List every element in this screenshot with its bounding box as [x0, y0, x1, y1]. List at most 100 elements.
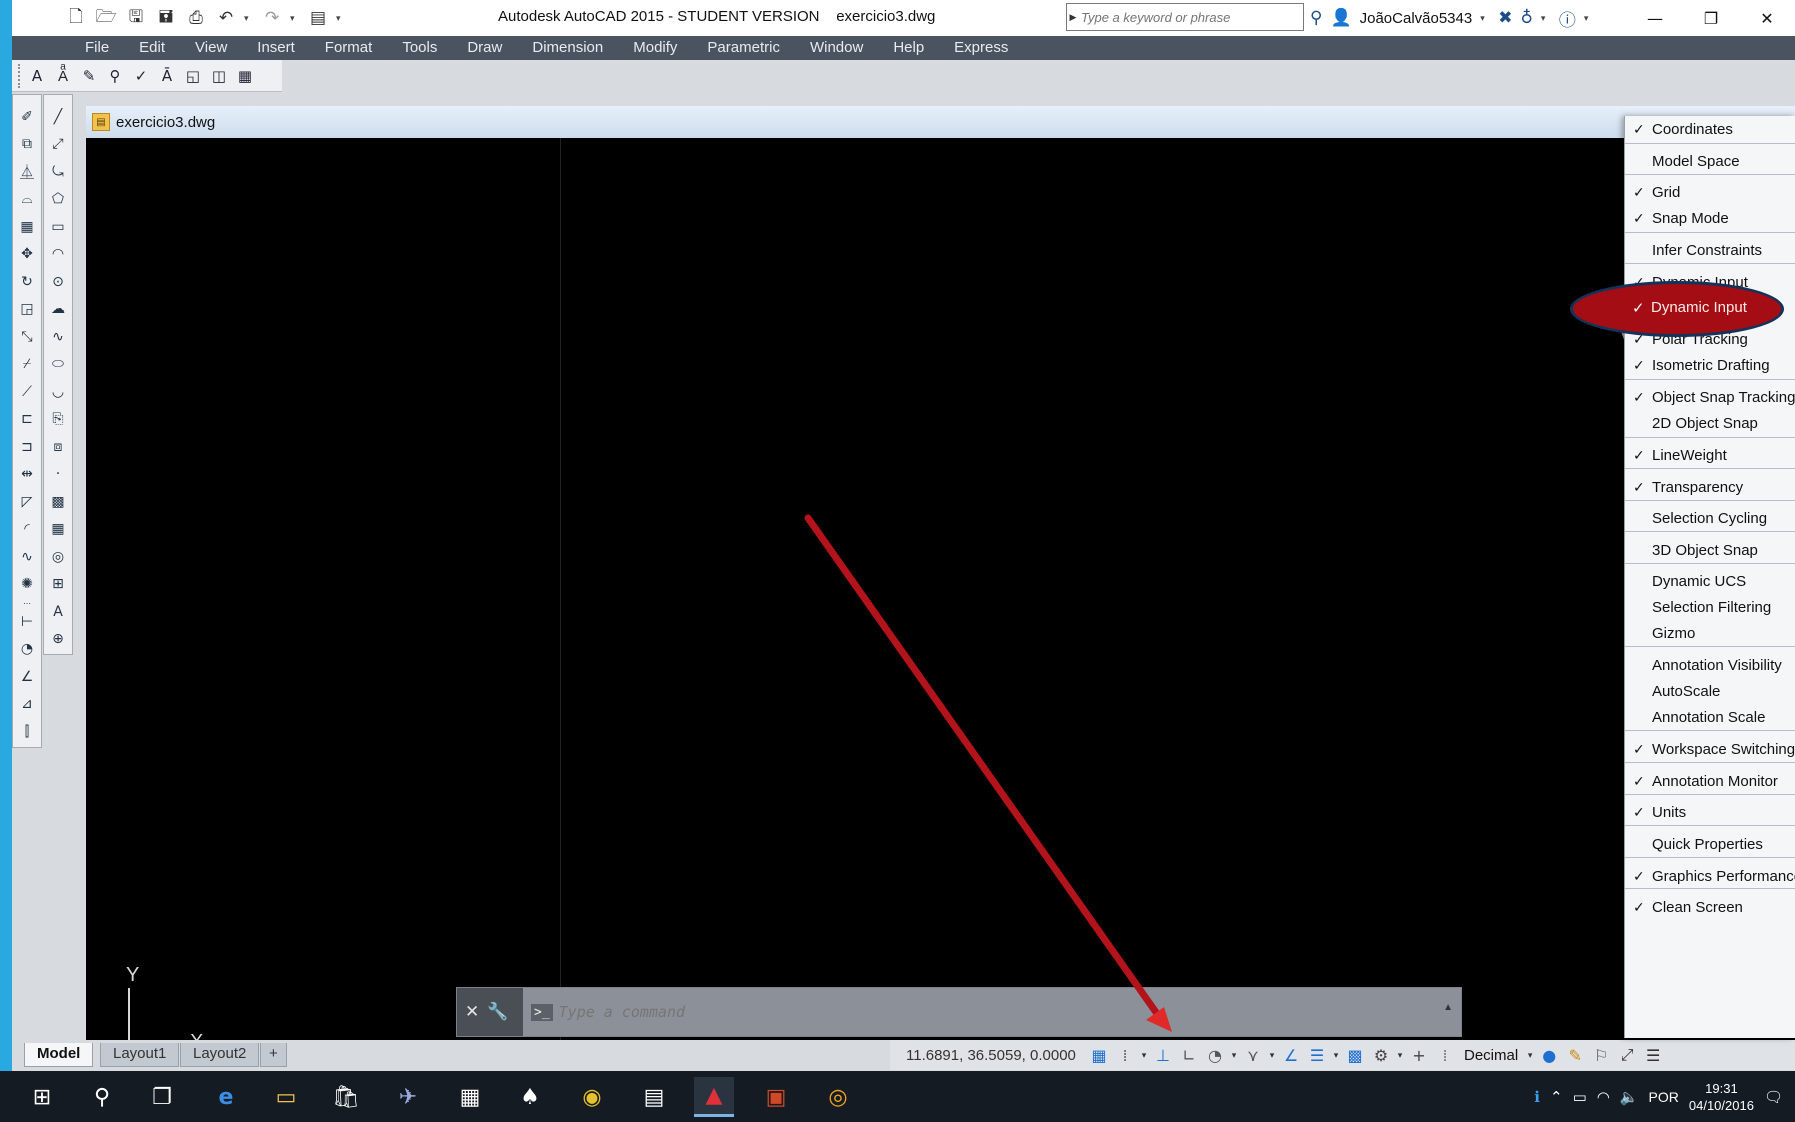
convert-distance-icon[interactable]: ▦ [234, 65, 256, 87]
text-style-icon[interactable]: Ā [156, 65, 178, 87]
menu-draw[interactable]: Draw [452, 36, 517, 60]
action-center-icon[interactable]: 🗨 [1764, 1088, 1783, 1106]
menu-view[interactable]: View [180, 36, 242, 60]
notification-badge-icon[interactable]: ℹ [1534, 1088, 1540, 1106]
search-expand-icon[interactable]: ▶ [1067, 12, 1079, 23]
units-dropdown-icon[interactable]: ▾ [1524, 1050, 1536, 1061]
restore-button[interactable]: ❐ [1683, 0, 1739, 36]
close-icon[interactable]: ✕ [465, 1002, 479, 1022]
customize-icon[interactable]: ▾ [336, 13, 346, 24]
fillet-icon[interactable]: ◜ [14, 516, 40, 544]
break-icon[interactable]: ⊐ [14, 433, 40, 461]
ortho-icon[interactable]: ∟ [1176, 1046, 1202, 1065]
array-icon[interactable]: ▦ [14, 213, 40, 241]
spelling-icon[interactable]: ✓ [130, 65, 152, 87]
store-icon[interactable]: 🛍 [326, 1077, 366, 1117]
calculator-icon[interactable]: ▤ [634, 1077, 674, 1117]
justify-text-icon[interactable]: ◫ [208, 65, 230, 87]
add-layout-button[interactable]: + [260, 1043, 287, 1067]
minimize-button[interactable]: — [1627, 0, 1683, 36]
join-icon[interactable]: ⇹ [14, 461, 40, 489]
ellipse-icon[interactable]: ⬭ [45, 351, 71, 379]
arc-icon[interactable]: ◠ [45, 241, 71, 269]
spline-icon[interactable]: ∿ [45, 323, 71, 351]
menu-item-annotation-scale[interactable]: Annotation Scale [1625, 704, 1795, 732]
single-line-text-icon[interactable]: Aͣ [52, 65, 74, 87]
scale-text-icon[interactable]: ◱ [182, 65, 204, 87]
menu-item-graphics-performance[interactable]: ✓ Graphics Performance [1625, 863, 1795, 891]
ordinate-dimension-icon[interactable]: ⫿ [14, 718, 40, 746]
menu-format[interactable]: Format [310, 36, 388, 60]
command-prompt-icon[interactable]: >_ [531, 1003, 553, 1021]
menu-parametric[interactable]: Parametric [692, 36, 795, 60]
hatch-icon[interactable]: ▩ [45, 488, 71, 516]
add-selected-icon[interactable]: ⊕ [45, 626, 71, 654]
file-explorer-icon[interactable]: ▭ [266, 1077, 306, 1117]
polygon-icon[interactable]: ⬠ [45, 186, 71, 214]
autocad-taskbar-icon[interactable]: ▲ [694, 1077, 734, 1117]
find-replace-icon[interactable]: ⚲ [104, 65, 126, 87]
polyline-icon[interactable]: ⤿ [45, 158, 71, 186]
scale-icon[interactable]: ◲ [14, 296, 40, 324]
menu-item-quick-properties[interactable]: Quick Properties [1625, 831, 1795, 859]
user-icon[interactable]: 👤 [1330, 8, 1351, 28]
multiline-text-icon[interactable]: A [45, 598, 71, 626]
help-icon[interactable]: ⓘ [1559, 6, 1576, 31]
copy-icon[interactable]: ⧉ [14, 131, 40, 159]
help-search-input[interactable] [1079, 9, 1295, 25]
snap-icon[interactable]: ⁞ [1112, 1046, 1138, 1065]
toolbar-grip[interactable] [18, 63, 22, 88]
rocket-app-icon[interactable]: ✈ [388, 1077, 428, 1117]
help-dropdown-icon[interactable]: ▾ [1584, 13, 1594, 24]
polar-dropdown-icon[interactable]: ▾ [1228, 1050, 1240, 1061]
menu-item-grid[interactable]: ✓ Grid [1625, 179, 1795, 207]
units-value[interactable]: Decimal [1458, 1047, 1524, 1064]
user-dropdown-icon[interactable]: ▾ [1480, 13, 1490, 24]
save-icon[interactable]: 🖫 [124, 6, 148, 30]
clock[interactable]: 19:31 04/10/2016 [1689, 1080, 1754, 1114]
break-at-point-icon[interactable]: ⊏ [14, 406, 40, 434]
open-icon[interactable]: 🗁 [94, 6, 118, 30]
tab-layout2[interactable]: Layout2 [180, 1043, 260, 1067]
battery-icon[interactable]: ▭ [1573, 1088, 1587, 1106]
dynamic-input-icon[interactable]: ⊥ [1150, 1046, 1176, 1065]
menu-item-clean-screen[interactable]: ✓ Clean Screen [1625, 894, 1795, 922]
region-icon[interactable]: ◎ [45, 543, 71, 571]
transparency-icon[interactable]: ▩ [1342, 1046, 1368, 1065]
ellipse-arc-icon[interactable]: ◡ [45, 378, 71, 406]
clean-screen-icon[interactable]: ⤢ [1614, 1045, 1640, 1065]
menu-item-workspace-switching[interactable]: ✓ Workspace Switching [1625, 736, 1795, 764]
wifi-icon[interactable]: ◠ [1597, 1088, 1610, 1106]
menu-item-transparency[interactable]: ✓ Transparency [1625, 474, 1795, 502]
polar-tracking-icon[interactable]: ◔ [1202, 1046, 1228, 1065]
menu-help[interactable]: Help [878, 36, 939, 60]
angular-dimension-icon[interactable]: ∠ [14, 663, 40, 691]
menu-item-2d-object-snap[interactable]: 2D Object Snap [1625, 410, 1795, 438]
customize-wrench-icon[interactable]: 🔧 [487, 1002, 508, 1022]
menu-item-gizmo[interactable]: Gizmo [1625, 620, 1795, 648]
menu-insert[interactable]: Insert [242, 36, 310, 60]
search-icon[interactable]: ⚲ [82, 1077, 122, 1117]
menu-item-isometric-drafting[interactable]: ✓ Isometric Drafting [1625, 352, 1795, 380]
line-icon[interactable]: ╱ [45, 103, 71, 131]
a360-dropdown-icon[interactable]: ▾ [1541, 13, 1551, 24]
menu-file[interactable]: File [70, 36, 124, 60]
binoculars-icon[interactable]: ⚲ [1310, 8, 1322, 28]
chamfer-icon[interactable]: ◸ [14, 488, 40, 516]
menu-item-model-space[interactable]: Model Space [1625, 148, 1795, 176]
object-snap-tracking-icon[interactable]: ∠ [1278, 1046, 1304, 1065]
show-hidden-icons-icon[interactable]: ⌃ [1550, 1088, 1563, 1106]
point-icon[interactable]: · [45, 461, 71, 489]
annotation-monitor-icon[interactable]: + [1406, 1046, 1432, 1065]
edit-text-icon[interactable]: ✎ [78, 65, 100, 87]
menu-item-object-snap-tracking[interactable]: ✓ Object Snap Tracking [1625, 384, 1795, 412]
a360-icon[interactable]: ♁ [1520, 8, 1532, 28]
command-input[interactable] [558, 1003, 1379, 1021]
workspace-gear-icon[interactable]: ⚙ [1368, 1046, 1394, 1065]
user-name[interactable]: JoãoCalvão5343 [1360, 10, 1473, 27]
stretch-icon[interactable]: ⤡ [14, 323, 40, 351]
offset-icon[interactable]: ⌓ [14, 186, 40, 214]
menu-item-snap-mode[interactable]: ✓ Snap Mode [1625, 205, 1795, 233]
menu-item-selection-cycling[interactable]: Selection Cycling [1625, 505, 1795, 533]
tab-layout1[interactable]: Layout1 [100, 1043, 180, 1067]
